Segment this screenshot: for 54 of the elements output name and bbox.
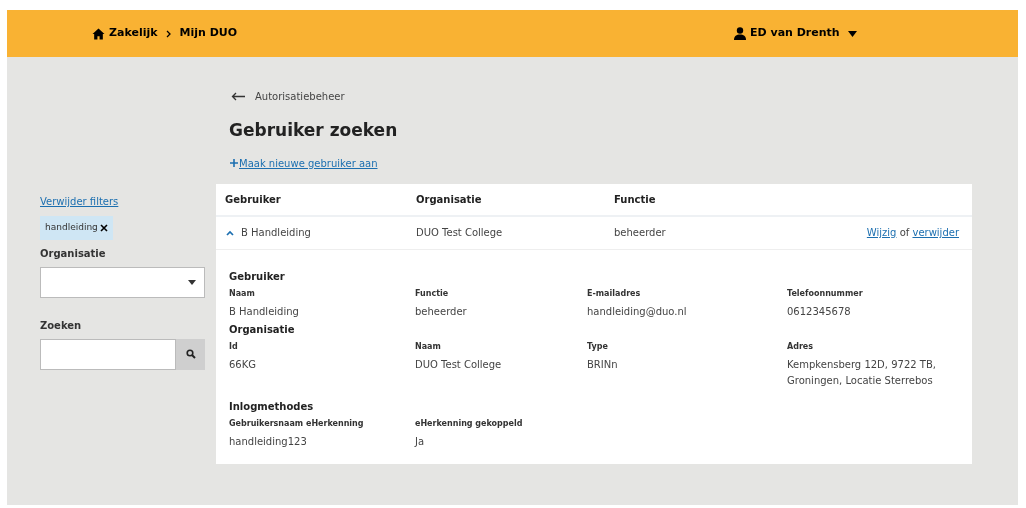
caret-icon	[188, 279, 196, 285]
field-value: Kempkensberg 12D, 9722 TB, Groningen, Locatie Sterrebos	[787, 357, 937, 388]
field-value: Ja	[415, 434, 426, 449]
field-label: Naam	[415, 340, 442, 353]
field-value: handleiding@duo.nl	[587, 304, 688, 319]
delete-link[interactable]: verwijder	[912, 227, 959, 238]
field-value: DUO Test College	[415, 357, 503, 372]
column-header: Functie	[614, 192, 657, 207]
chevron-icon	[226, 229, 234, 236]
field-label: Zoeken	[40, 318, 83, 333]
breadcrumb-link[interactable]: Zakelijk	[109, 25, 158, 42]
field-value: handleiding123	[229, 434, 308, 449]
breadcrumb-link[interactable]: Mijn DUO	[179, 25, 238, 42]
clear-filters-link[interactable]: Verwijder filters	[40, 194, 205, 209]
field-label: Id	[229, 340, 239, 353]
page-title: Gebruiker zoeken	[228, 119, 399, 142]
table-cell-text: DUO Test College	[416, 226, 504, 240]
filter-label: handleiding	[45, 221, 98, 234]
field-value: 0612345678	[787, 304, 852, 319]
user-menu[interactable]: ED van Drenth	[734, 25, 857, 42]
field-label: Telefoonnummer	[787, 287, 864, 300]
field-label: Naam	[229, 287, 256, 300]
separator-text: of	[898, 227, 911, 238]
section-title: Inlogmethodes	[229, 399, 315, 414]
field-label: Type	[587, 340, 609, 353]
chevron-icon	[165, 29, 172, 38]
section-title: Organisatie	[229, 322, 296, 337]
search-field[interactable]	[40, 338, 176, 370]
plus-icon	[230, 159, 238, 167]
search-icon	[185, 349, 196, 359]
search-button[interactable]	[176, 338, 205, 370]
field-value: B Handleiding	[229, 304, 300, 319]
expand-toggle[interactable]: B Handleiding	[216, 225, 416, 240]
field-label: Functie	[415, 287, 450, 300]
back-link[interactable]: Autorisatiebeheer	[255, 89, 345, 104]
field-label: Gebruikersnaam eHerkenning	[229, 417, 365, 430]
column-header: Organisatie	[416, 192, 483, 207]
caret-icon	[847, 30, 857, 37]
column-header: Gebruiker	[224, 192, 282, 207]
field-value: beheerder	[415, 304, 468, 319]
field-label: Organisatie	[40, 246, 107, 261]
field-label: eHerkenning gekoppeld	[415, 417, 524, 430]
table-cell-text: beheerder	[614, 226, 667, 240]
home-icon	[92, 27, 105, 40]
section-title: Gebruiker	[229, 269, 286, 284]
remove-filter-icon[interactable]	[99, 223, 108, 232]
edit-link[interactable]: Wijzig	[866, 227, 897, 238]
field-label: E-mailadres	[587, 287, 642, 300]
user-icon	[734, 27, 746, 40]
back-arrow-icon[interactable]	[231, 92, 245, 101]
new-user-link[interactable]: Maak nieuwe gebruiker aan	[230, 155, 378, 171]
field-label: Adres	[787, 340, 815, 353]
field-value: 66KG	[229, 357, 258, 372]
field-value: BRINn	[587, 357, 619, 372]
